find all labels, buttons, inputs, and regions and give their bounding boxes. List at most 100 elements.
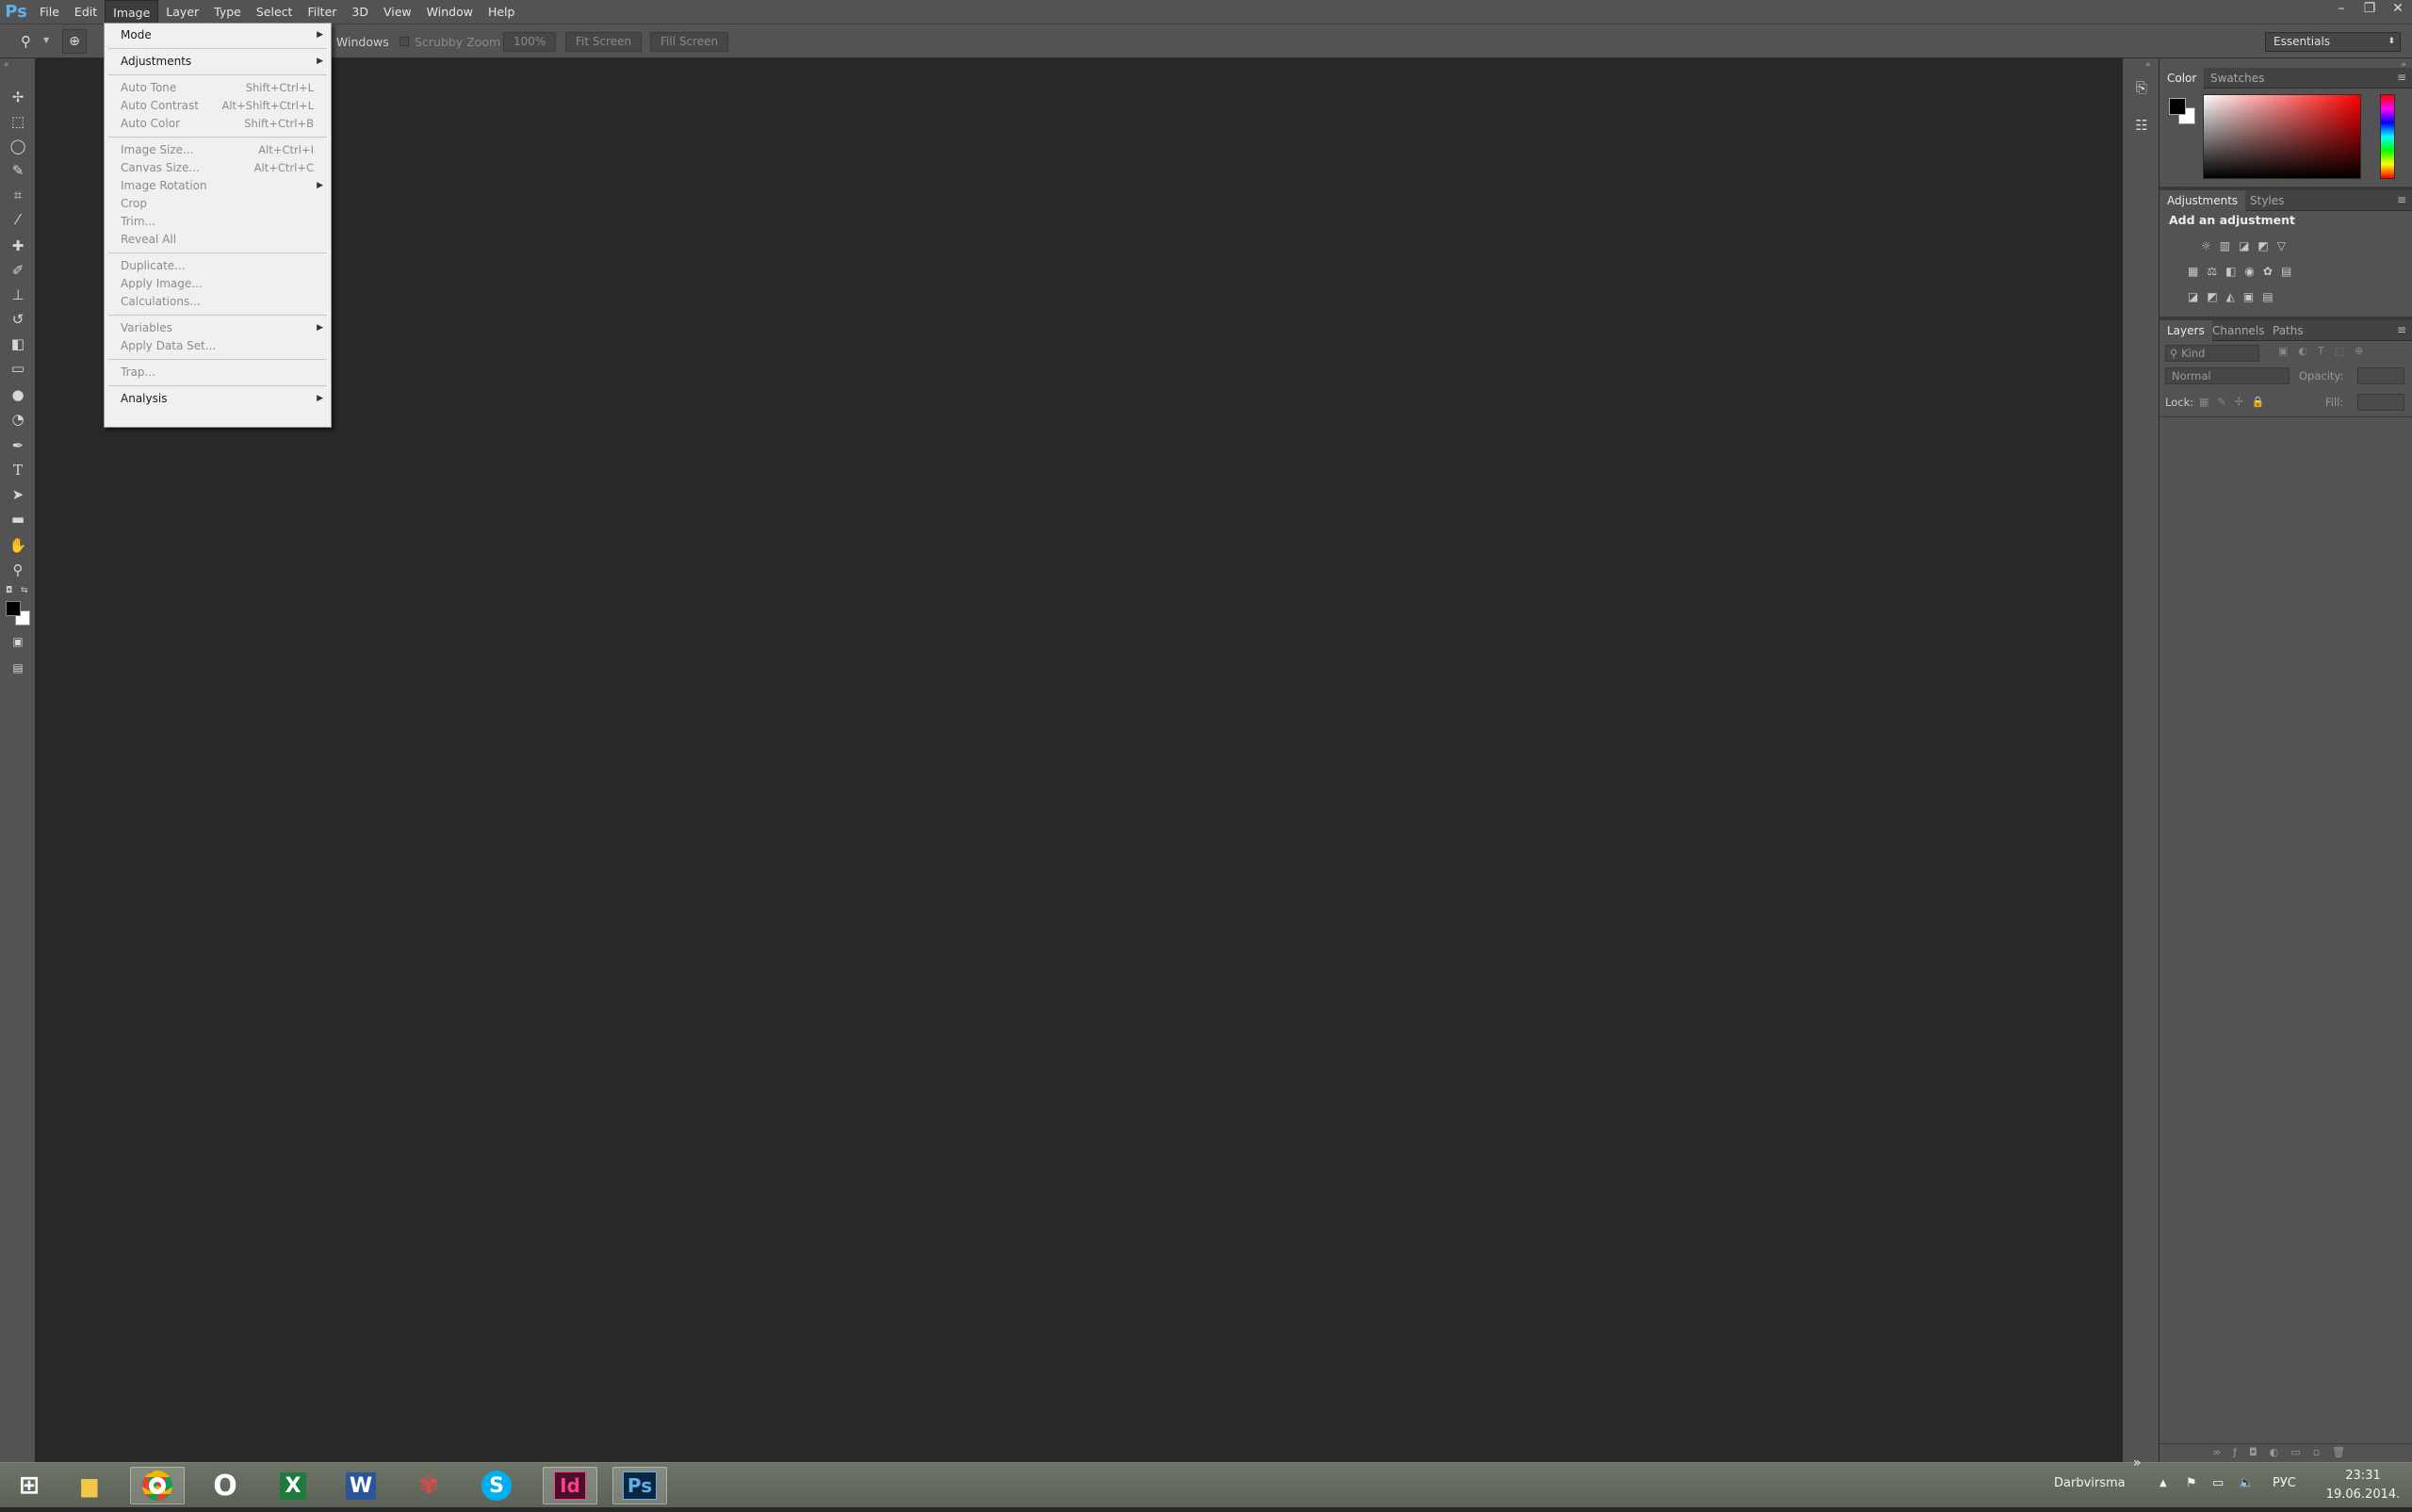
screen-mode-icon[interactable]: ▤	[6, 658, 30, 678]
quick-select-tool-icon[interactable]: ✎	[6, 160, 30, 181]
skype-icon[interactable]: S	[469, 1467, 524, 1504]
adjustment-icon-row[interactable]: ◪◩◭▣▤	[2188, 285, 2371, 310]
tab-styles[interactable]: Styles	[2242, 190, 2291, 211]
zoom-tool-icon[interactable]: ⚲	[6, 560, 30, 580]
menu-item-image-rotation[interactable]: Image Rotation ▶	[105, 177, 331, 195]
clone-stamp-tool-icon[interactable]: ⊥	[6, 285, 30, 305]
workspace-switcher[interactable]: Essentials ⬍	[2265, 32, 2401, 52]
menu-type[interactable]: Type	[206, 0, 249, 24]
menu-image[interactable]: Image	[105, 0, 159, 24]
tray-expand-icon[interactable]: ▲	[2159, 1463, 2167, 1508]
menu-filter[interactable]: Filter	[300, 0, 344, 24]
panel-menu-icon[interactable]: ≡	[2397, 193, 2406, 206]
minimize-button[interactable]: –	[2327, 0, 2355, 19]
menu-file[interactable]: File	[32, 0, 67, 24]
menu-3d[interactable]: 3D	[344, 0, 376, 24]
zoom-tool-icon[interactable]: ⚲	[21, 33, 31, 50]
tab-paths[interactable]: Paths	[2265, 320, 2311, 341]
opera-icon[interactable]: O	[198, 1467, 253, 1504]
menu-item-auto-color[interactable]: Auto Color Shift+Ctrl+B	[105, 115, 331, 133]
path-select-tool-icon[interactable]: ➤	[6, 484, 30, 505]
tab-adjustments[interactable]: Adjustments	[2159, 190, 2246, 211]
volume-icon[interactable]: 🔈	[2239, 1463, 2254, 1508]
language-indicator[interactable]: РУС	[2273, 1463, 2296, 1508]
healing-brush-tool-icon[interactable]: ✚	[6, 236, 30, 256]
menu-item-analysis[interactable]: Analysis ▶	[105, 390, 331, 408]
foreground-color-swatch[interactable]	[6, 601, 21, 616]
collapse-arrows-icon[interactable]: «	[2145, 60, 2151, 70]
menu-item-auto-tone[interactable]: Auto Tone Shift+Ctrl+L	[105, 79, 331, 97]
tab-color[interactable]: Color	[2159, 68, 2205, 89]
desktop-toolbar-label[interactable]: Darbvirsma	[2054, 1463, 2126, 1508]
chrome-icon[interactable]	[130, 1467, 185, 1504]
menu-item-trap[interactable]: Trap...	[105, 364, 331, 382]
brush-tool-icon[interactable]: ✐	[6, 260, 30, 281]
history-panel-icon[interactable]: ⎘	[2130, 79, 2153, 102]
zoom-in-icon[interactable]: ⊕	[62, 29, 87, 54]
hue-slider[interactable]	[2380, 94, 2395, 179]
eraser-tool-icon[interactable]: ◧	[6, 333, 30, 354]
layer-action-icons[interactable]: ∞ƒ◘◐▭▫🗑	[2212, 1446, 2410, 1458]
chevron-down-icon[interactable]: ▼	[43, 36, 49, 44]
clock[interactable]: 23:31 19.06.2014.	[2323, 1467, 2403, 1512]
layers-list[interactable]	[2159, 416, 2412, 1426]
dodge-tool-icon[interactable]: ◔	[6, 409, 30, 430]
restore-button[interactable]: ❐	[2355, 0, 2384, 19]
fill-screen-button[interactable]: Fill Screen	[650, 32, 729, 52]
lasso-tool-icon[interactable]: ◯	[6, 136, 30, 156]
menu-window[interactable]: Window	[419, 0, 481, 24]
adjustment-icon-row[interactable]: ☼▥◪◩▽	[2201, 234, 2371, 259]
menu-item-adjustments[interactable]: Adjustments ▶	[105, 53, 331, 71]
layer-filter-icons[interactable]: ▣◐T⬚⊕	[2278, 345, 2391, 357]
indesign-icon[interactable]: Id	[543, 1467, 597, 1504]
menu-item-crop[interactable]: Crop	[105, 195, 331, 213]
color-field[interactable]	[2203, 94, 2361, 179]
panel-menu-icon[interactable]: ≡	[2397, 323, 2406, 336]
menu-layer[interactable]: Layer	[158, 0, 206, 24]
app-icon[interactable]: ✾	[401, 1467, 456, 1504]
menu-item-apply-data-set[interactable]: Apply Data Set...	[105, 337, 331, 355]
tab-swatches[interactable]: Swatches	[2203, 68, 2272, 89]
file-explorer-icon[interactable]: ▆	[62, 1467, 117, 1504]
adjustment-icon-row[interactable]: ▦⚖◧◉✿▤	[2188, 259, 2371, 285]
eyedropper-tool-icon[interactable]: ⁄	[6, 209, 30, 230]
close-button[interactable]: ✕	[2384, 0, 2412, 19]
toolbar-expand-icon[interactable]: »	[2133, 1455, 2142, 1501]
quick-mask-icon[interactable]: ▣	[6, 631, 30, 652]
panel-menu-icon[interactable]: ≡	[2397, 71, 2406, 84]
hand-tool-icon[interactable]: ✋	[6, 535, 30, 556]
lock-icons[interactable]: ▦✎✢🔒	[2199, 394, 2284, 411]
shape-tool-icon[interactable]: ▬	[6, 509, 30, 529]
blur-tool-icon[interactable]: ●	[6, 384, 30, 405]
default-colors-icon[interactable]: ◘	[6, 586, 12, 595]
menu-help[interactable]: Help	[481, 0, 523, 24]
crop-tool-icon[interactable]: ⌗	[6, 185, 30, 205]
menu-view[interactable]: View	[376, 0, 419, 24]
collapse-arrows-icon[interactable]: »	[4, 60, 9, 70]
menu-item-image-size[interactable]: Image Size... Alt+Ctrl+I	[105, 141, 331, 159]
document-area[interactable]	[36, 58, 2122, 1462]
tab-channels[interactable]: Channels	[2205, 320, 2273, 341]
excel-icon[interactable]: X	[266, 1467, 320, 1504]
type-tool-icon[interactable]: T	[6, 460, 30, 480]
swap-colors-icon[interactable]: ⇆	[21, 586, 28, 595]
history-brush-tool-icon[interactable]: ↺	[6, 309, 30, 330]
network-icon[interactable]: ▭	[2212, 1463, 2224, 1508]
opacity-input[interactable]	[2357, 367, 2404, 384]
marquee-tool-icon[interactable]: ⬚	[6, 111, 30, 132]
zoom-100-button[interactable]: 100%	[503, 32, 557, 52]
menu-item-duplicate[interactable]: Duplicate...	[105, 257, 331, 275]
menu-item-variables[interactable]: Variables ▶	[105, 319, 331, 337]
fill-input[interactable]	[2357, 394, 2404, 411]
move-tool-icon[interactable]: ✢	[6, 87, 30, 107]
word-icon[interactable]: W	[334, 1467, 388, 1504]
menu-select[interactable]: Select	[249, 0, 301, 24]
menu-item-canvas-size[interactable]: Canvas Size... Alt+Ctrl+C	[105, 159, 331, 177]
blend-mode-select[interactable]: Normal	[2165, 367, 2290, 384]
windows-start-icon[interactable]: ⊞	[2, 1467, 57, 1504]
layer-filter-kind[interactable]: ⚲ Kind	[2165, 345, 2259, 362]
gradient-tool-icon[interactable]: ▭	[6, 358, 30, 379]
menu-edit[interactable]: Edit	[67, 0, 105, 24]
photoshop-taskbar-icon[interactable]: Ps	[612, 1467, 667, 1504]
pen-tool-icon[interactable]: ✒	[6, 435, 30, 456]
